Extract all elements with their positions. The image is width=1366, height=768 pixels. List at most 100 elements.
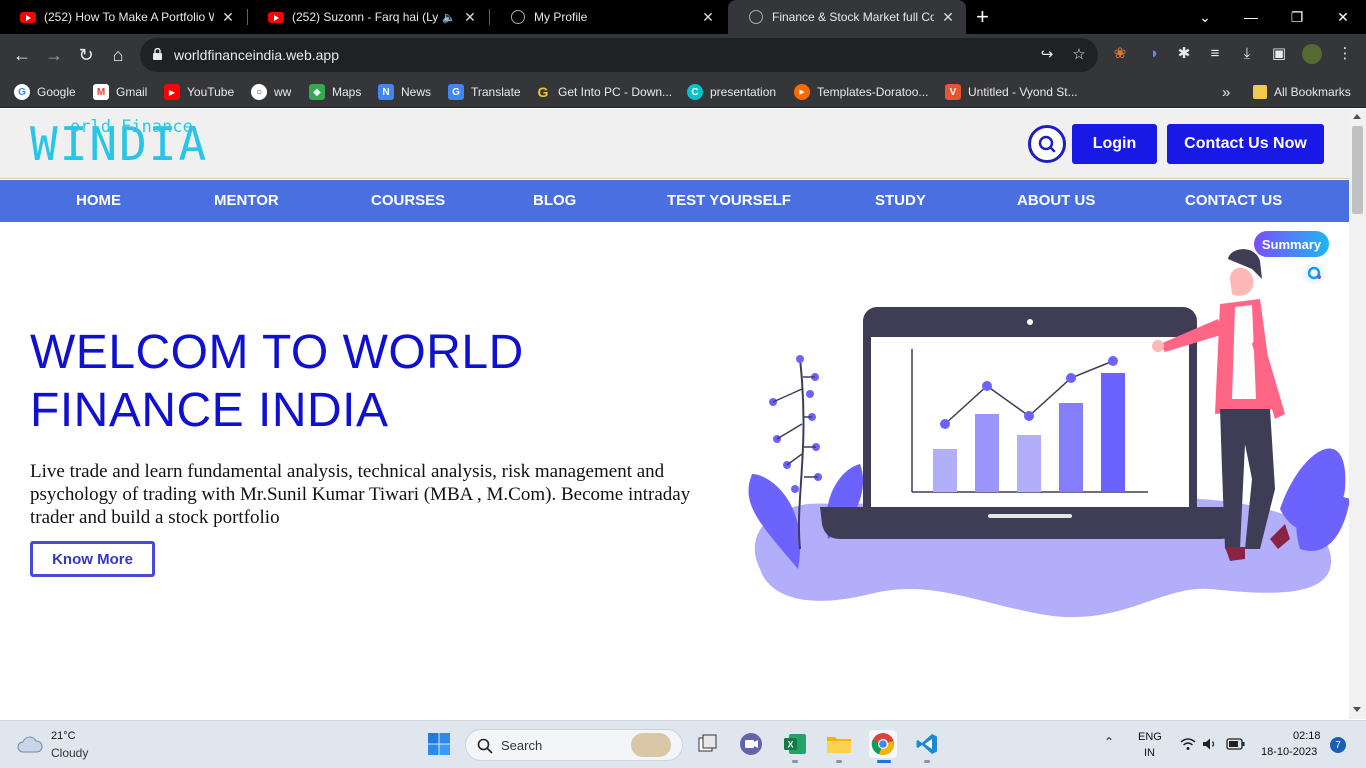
nav-test-yourself[interactable]: TEST YOURSELF xyxy=(667,180,791,222)
file-explorer-button[interactable] xyxy=(825,730,853,758)
media-controls-icon[interactable]: ≡ xyxy=(1205,44,1225,64)
url-text[interactable]: worldfinanceindia.web.app xyxy=(174,47,339,63)
login-button[interactable]: Login xyxy=(1072,124,1157,164)
browser-tab-active[interactable]: Finance & Stock Market full Cou ✕ xyxy=(728,0,966,34)
wifi-icon[interactable] xyxy=(1180,737,1196,751)
chrome-taskbar-button[interactable] xyxy=(869,730,897,758)
bookmark-label: YouTube xyxy=(187,85,235,99)
bookmark-youtube[interactable]: ▶ YouTube xyxy=(164,82,234,102)
nav-study[interactable]: STUDY xyxy=(875,180,926,222)
scroll-up-icon[interactable] xyxy=(1353,114,1361,119)
bookmark-news[interactable]: N News xyxy=(378,82,431,102)
windows-start-icon xyxy=(428,733,450,755)
volume-icon[interactable] xyxy=(1202,737,1218,751)
nav-mentor[interactable]: MENTOR xyxy=(214,180,279,222)
gmail-icon: M xyxy=(93,84,109,100)
close-tab-icon[interactable]: ✕ xyxy=(220,9,236,26)
show-hidden-icons-icon[interactable]: ⌃ xyxy=(1104,735,1114,749)
main-navigation: HOME MENTOR COURSES BLOG TEST YOURSELF S… xyxy=(0,180,1349,222)
close-tab-icon[interactable]: ✕ xyxy=(700,9,716,26)
audio-playing-icon[interactable]: 🔈 xyxy=(442,11,456,24)
nav-courses[interactable]: COURSES xyxy=(371,180,445,222)
folder-icon xyxy=(1253,85,1267,99)
start-button[interactable] xyxy=(425,730,453,758)
weather-temperature[interactable]: 21°C xyxy=(51,730,76,742)
input-language[interactable]: ENG xyxy=(1138,731,1162,743)
extensions-puzzle-icon[interactable]: ✱ xyxy=(1174,44,1194,64)
close-window-button[interactable]: ✕ xyxy=(1320,0,1366,34)
taskbar-search-box[interactable]: Search xyxy=(465,729,683,761)
bookmark-label: Templates-Doratoo... xyxy=(817,85,929,99)
page-scrollbar[interactable] xyxy=(1349,109,1366,719)
translate-icon: G xyxy=(448,84,464,100)
back-button[interactable]: ← xyxy=(10,43,34,67)
tab-search-dropdown-icon[interactable]: ⌄ xyxy=(1182,0,1228,34)
chrome-menu-icon[interactable]: ⋮ xyxy=(1335,44,1355,64)
news-icon: N xyxy=(378,84,394,100)
home-button[interactable]: ⌂ xyxy=(106,43,130,67)
bookmark-label: Untitled - Vyond St... xyxy=(968,85,1078,99)
download-icon[interactable]: ⤓ xyxy=(1237,44,1257,64)
bookmark-maps[interactable]: ◆ Maps xyxy=(309,82,361,102)
running-indicator xyxy=(792,760,798,763)
search-icon xyxy=(1038,135,1056,153)
clock-time[interactable]: 02:18 xyxy=(1293,730,1321,742)
forward-button[interactable]: → xyxy=(42,43,66,67)
profile-avatar[interactable] xyxy=(1302,44,1322,64)
bookmark-label: Get Into PC - Down... xyxy=(558,85,673,99)
browser-tab[interactable]: My Profile ✕ xyxy=(490,0,726,34)
nav-blog[interactable]: BLOG xyxy=(533,180,576,222)
vscode-icon xyxy=(916,734,937,754)
nav-contact-us[interactable]: CONTACT US xyxy=(1185,180,1282,222)
side-panel-icon[interactable]: ▣ xyxy=(1269,44,1289,64)
bookmark-google[interactable]: G Google xyxy=(14,82,76,102)
close-tab-icon[interactable]: ✕ xyxy=(940,9,956,26)
nav-about-us[interactable]: ABOUT US xyxy=(1017,180,1095,222)
bookmark-templates-doratoon[interactable]: ▶ Templates-Doratoo... xyxy=(794,82,928,102)
bookmark-translate[interactable]: G Translate xyxy=(448,82,521,102)
teams-chat-button[interactable] xyxy=(737,730,765,758)
address-bar[interactable]: worldfinanceindia.web.app ↪ ☆ xyxy=(140,38,1098,72)
clock-date[interactable]: 18-10-2023 xyxy=(1261,746,1317,758)
bookmarks-overflow-button[interactable]: » xyxy=(1222,82,1230,102)
hero-title-line: FINANCE INDIA xyxy=(30,384,389,437)
browser-tab[interactable]: (252) How To Make A Portfolio W ✕ xyxy=(0,0,246,34)
task-view-button[interactable] xyxy=(694,730,722,758)
close-tab-icon[interactable]: ✕ xyxy=(462,9,478,26)
canva-icon: C xyxy=(687,84,703,100)
know-more-button[interactable]: Know More xyxy=(30,541,155,577)
input-region[interactable]: IN xyxy=(1144,747,1155,759)
bookmark-presentation[interactable]: Cpresentation xyxy=(687,82,776,102)
new-tab-button[interactable]: + xyxy=(976,5,989,29)
scroll-down-icon[interactable] xyxy=(1353,707,1361,712)
excel-icon: X xyxy=(784,734,806,754)
share-icon[interactable]: ↪ xyxy=(1038,46,1056,64)
extension-icon[interactable]: ◑ xyxy=(1143,44,1163,64)
bookmark-star-icon[interactable]: ☆ xyxy=(1070,46,1088,64)
nav-home[interactable]: HOME xyxy=(76,180,121,222)
bookmark-gmail[interactable]: M Gmail xyxy=(93,82,147,102)
hero-description: Live trade and learn fundamental analysi… xyxy=(30,461,691,528)
contact-us-now-button[interactable]: Contact Us Now xyxy=(1167,124,1324,164)
weather-description[interactable]: Cloudy xyxy=(51,746,88,760)
cloud-icon[interactable] xyxy=(16,733,44,755)
bookmark-getintopc[interactable]: G Get Into PC - Down... xyxy=(535,82,673,102)
site-search-button[interactable] xyxy=(1028,125,1066,163)
excel-taskbar-button[interactable]: X xyxy=(781,730,809,758)
vscode-taskbar-button[interactable] xyxy=(913,730,941,758)
browser-tab[interactable]: (252) Suzonn - Farq hai (Lyri 🔈 ✕ xyxy=(248,0,488,34)
notification-badge[interactable]: 7 xyxy=(1330,737,1346,753)
lock-icon[interactable] xyxy=(153,48,162,60)
maps-icon: ◆ xyxy=(309,84,325,100)
reload-button[interactable]: ↻ xyxy=(74,43,98,67)
youtube-icon xyxy=(268,9,284,25)
battery-icon[interactable] xyxy=(1226,738,1246,750)
cookie-extension-icon[interactable]: ❀ xyxy=(1110,44,1130,64)
bookmark-ww[interactable]: ○ ww xyxy=(251,82,291,102)
restore-button[interactable]: ❐ xyxy=(1274,0,1320,34)
minimize-button[interactable]: — xyxy=(1228,0,1274,34)
bookmark-label: Gmail xyxy=(116,85,148,99)
scrollbar-thumb[interactable] xyxy=(1352,126,1363,214)
all-bookmarks-button[interactable]: All Bookmarks xyxy=(1253,82,1351,102)
bookmark-vyond[interactable]: V Untitled - Vyond St... xyxy=(945,82,1078,102)
